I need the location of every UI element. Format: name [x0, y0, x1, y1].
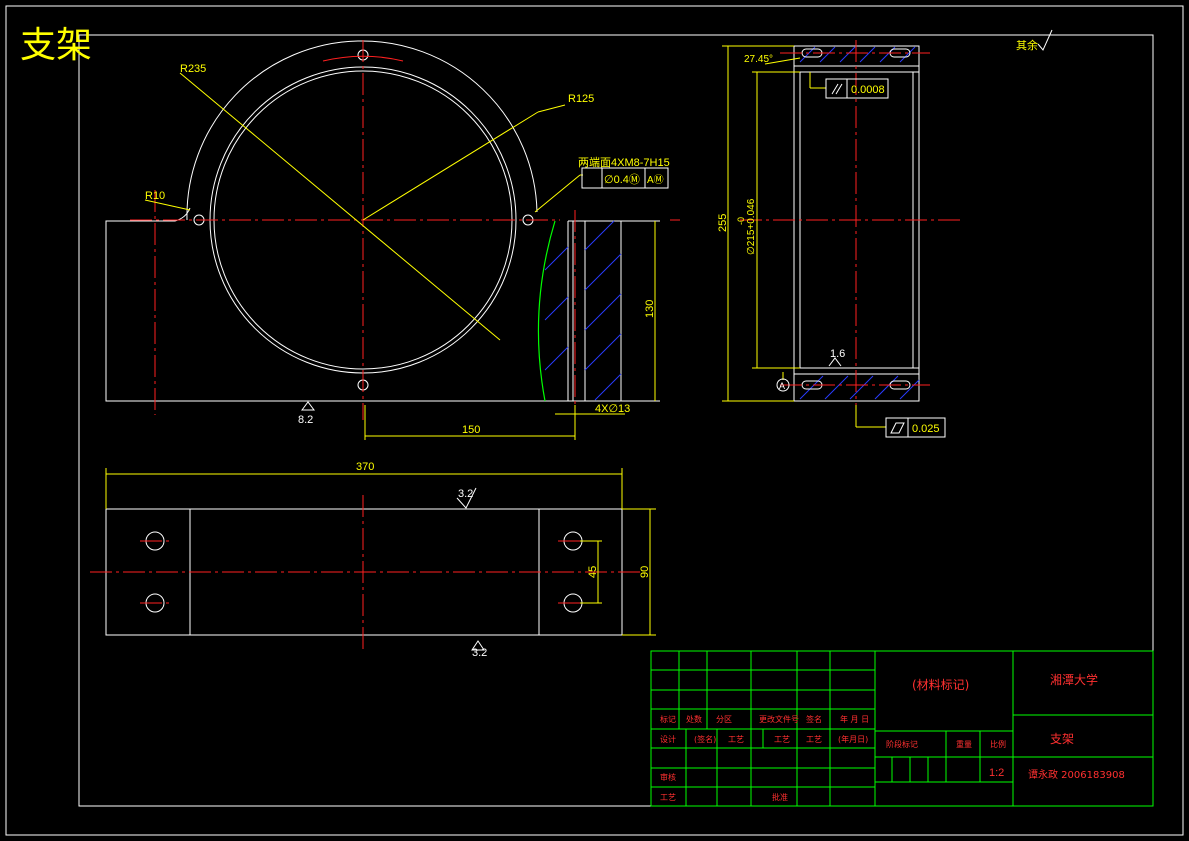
hatch-front [544, 220, 622, 401]
dim-150: 150 [462, 424, 480, 436]
tb-label-sign: 签名 [806, 714, 822, 724]
roughness-3-2-bottom: 3.2 [472, 647, 487, 659]
drawing-title: 支架 [20, 25, 92, 66]
tb-label-design: 设计 [660, 734, 676, 744]
dim-r235: R235 [180, 63, 206, 75]
position-tolerance: ∅0.4Ⓜ [604, 173, 640, 186]
tb-label-process-2: 工艺 [774, 735, 790, 744]
tb-label-zone: 分区 [716, 715, 732, 724]
tb-scale: 1:2 [989, 767, 1004, 779]
roughness-rest: 其余 [1016, 38, 1038, 52]
tb-university: 湘潭大学 [1050, 672, 1098, 687]
circularity-tolerance: 0.0008 [851, 84, 885, 96]
tb-label-stage: 阶段标记 [886, 739, 918, 749]
dim-bore-low: -0 [736, 217, 746, 225]
drawing-canvas: 支架 R235 R125 R10 两端面4XM8-7H15 ∅0.4Ⓜ AⓂ 1… [5, 5, 1184, 836]
dim-r10: R10 [145, 190, 165, 202]
side-view [722, 40, 960, 438]
tb-label-count: 处数 [686, 714, 702, 724]
top-view [90, 468, 656, 651]
inner-frame [78, 34, 1154, 807]
dim-45: 45 [587, 566, 599, 578]
dim-130: 130 [644, 300, 656, 318]
tb-label-scale: 比例 [990, 739, 1006, 749]
tb-label-weight: 重量 [956, 739, 972, 749]
tb-label-review: 审核 [660, 772, 676, 782]
tb-label-mark: 标记 [660, 714, 676, 724]
dim-90: 90 [639, 566, 651, 578]
roughness-1-6: 1.6 [830, 348, 845, 360]
tb-material: (材料标记) [912, 678, 969, 692]
tb-label-process-3: 工艺 [806, 735, 822, 744]
flatness-tolerance: 0.025 [912, 423, 940, 435]
holes-note: 两端面4XM8-7H15 [578, 156, 670, 169]
tb-student: 谭永政 2006183908 [1028, 768, 1125, 781]
roughness-8-2: 8.2 [298, 414, 313, 426]
tb-label-craft: 工艺 [660, 793, 676, 802]
tb-label-process-1: 工艺 [728, 735, 744, 744]
dim-r125: R125 [568, 93, 594, 105]
datum-a: A [779, 381, 785, 391]
dim-angle: 27.45° [744, 54, 773, 65]
dim-4x13: 4X∅13 [595, 403, 630, 415]
hatch-side [799, 46, 920, 400]
position-datum: AⓂ [647, 174, 664, 186]
tb-label-date: 年 月 日 [840, 714, 869, 724]
tb-label-change: 更改文件号 [759, 714, 799, 724]
tb-label-signature: (签名) [694, 734, 716, 744]
dim-bore: ∅215+0.046 [746, 198, 757, 255]
dim-255: 255 [717, 214, 729, 232]
dim-370: 370 [356, 461, 374, 473]
roughness-3-2-top: 3.2 [458, 488, 473, 500]
tb-label-approve: 批准 [772, 792, 788, 802]
outer-frame [5, 5, 1184, 836]
tb-label-ymd: (年月日) [838, 734, 868, 744]
tb-part-name: 支架 [1050, 732, 1074, 746]
break-line [537, 220, 556, 402]
